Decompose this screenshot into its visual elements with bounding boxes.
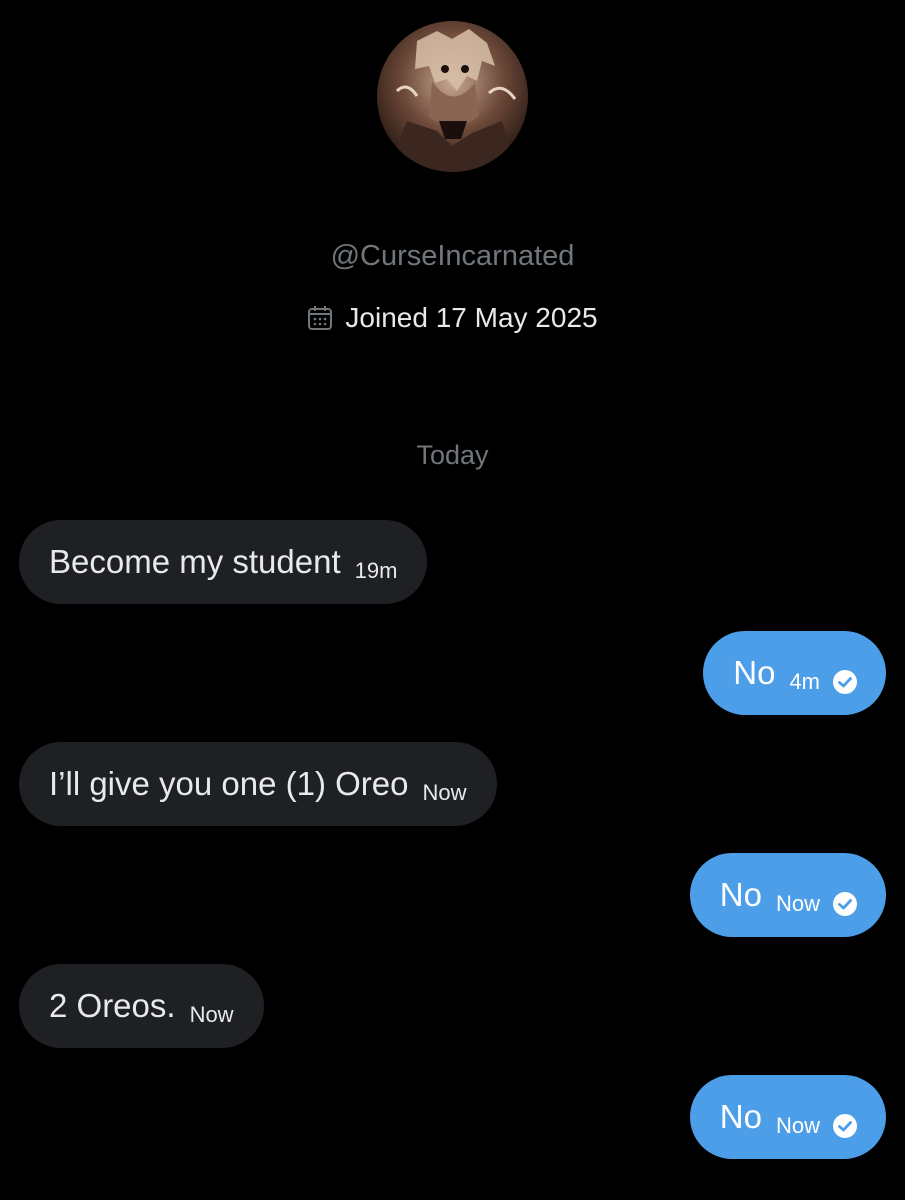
- read-check-icon: [832, 891, 858, 917]
- message-text: I’ll give you one (1) Oreo: [49, 765, 409, 802]
- joined-date-text: Joined 17 May 2025: [345, 302, 598, 333]
- joined-date-row: Joined 17 May 2025: [0, 300, 905, 336]
- message-bubble-outgoing[interactable]: No Now: [689, 1075, 886, 1159]
- message-timestamp: Now: [189, 1002, 234, 1027]
- message-timestamp: 4m: [789, 669, 820, 694]
- message-timestamp: 19m: [354, 558, 398, 583]
- message-bubble-incoming[interactable]: I’ll give you one (1) Oreo Now: [19, 742, 497, 826]
- message-timestamp: Now: [422, 780, 467, 805]
- read-check-icon: [832, 669, 858, 695]
- message-text: No: [719, 876, 762, 913]
- message-timestamp: Now: [775, 1113, 820, 1138]
- message-text: No: [719, 1098, 762, 1135]
- message-text: Become my student: [49, 543, 341, 580]
- profile-avatar[interactable]: [377, 21, 528, 172]
- message-text: 2 Oreos.: [49, 987, 176, 1024]
- profile-handle[interactable]: @CurseIncarnated: [0, 238, 905, 274]
- message-timestamp: Now: [775, 891, 820, 916]
- message-bubble-outgoing[interactable]: No Now: [689, 853, 886, 937]
- avatar-image: [377, 21, 528, 172]
- calendar-icon: [307, 305, 333, 331]
- read-check-icon: [832, 1113, 858, 1139]
- message-text: No: [733, 654, 776, 691]
- date-separator: Today: [416, 440, 489, 470]
- message-bubble-incoming[interactable]: Become my student 19m: [19, 520, 428, 604]
- message-bubble-incoming[interactable]: 2 Oreos. Now: [19, 964, 264, 1048]
- message-bubble-outgoing[interactable]: No 4m: [703, 631, 886, 715]
